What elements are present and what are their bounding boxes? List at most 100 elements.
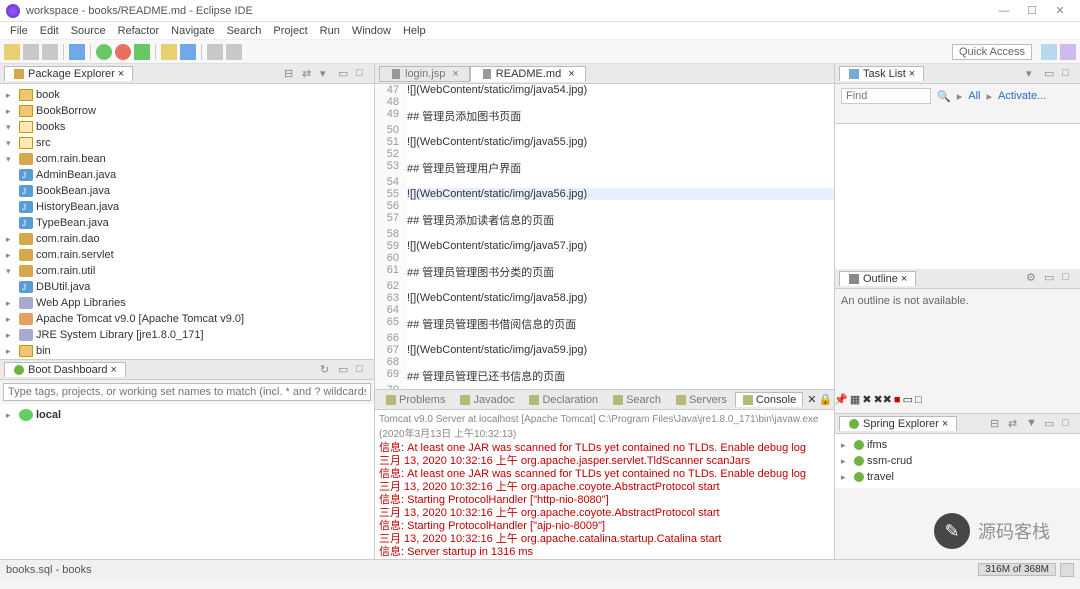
spring-explorer-tab[interactable]: Spring Explorer × (839, 416, 957, 431)
tree-node[interactable]: ▸com.rain.servlet (4, 247, 370, 263)
maximize-view-icon[interactable]: □ (1062, 67, 1076, 81)
view-menu-icon[interactable]: ▾ (1026, 67, 1040, 81)
editor-line[interactable]: 64 (375, 304, 834, 316)
menu-file[interactable]: File (4, 25, 34, 37)
maximize-view-icon[interactable]: □ (1062, 417, 1076, 431)
maximize-view-icon[interactable]: □ (1062, 271, 1076, 285)
tree-node[interactable]: AdminBean.java (4, 167, 370, 183)
console-lock-icon[interactable]: 🔒 (818, 393, 832, 406)
perspective-debug-icon[interactable] (1060, 44, 1076, 60)
maximize-view-icon[interactable]: □ (356, 363, 370, 377)
editor-line[interactable]: 47![](WebContent/static/img/java54.jpg) (375, 84, 834, 96)
view-menu-icon[interactable]: ▾ (320, 67, 334, 81)
minimize-view-icon[interactable]: ▭ (338, 67, 352, 81)
new-package-icon[interactable] (161, 44, 177, 60)
boot-dashboard-tree[interactable]: ▸ local (0, 404, 374, 559)
menu-navigate[interactable]: Navigate (165, 25, 220, 37)
close-button[interactable]: ✕ (1046, 2, 1074, 20)
filter-icon[interactable]: ▼ (1026, 417, 1040, 431)
save-all-icon[interactable] (42, 44, 58, 60)
new-class-icon[interactable] (180, 44, 196, 60)
minimize-view-icon[interactable]: ▭ (1044, 271, 1058, 285)
package-explorer-tab[interactable]: Package Explorer × (4, 66, 133, 81)
close-tab-icon[interactable]: × (942, 418, 948, 430)
minimize-button[interactable]: — (990, 2, 1018, 20)
editor-line[interactable]: 66 (375, 332, 834, 344)
new-icon[interactable] (4, 44, 20, 60)
editor-line[interactable]: 55![](WebContent/static/img/java56.jpg) (375, 188, 834, 200)
close-tab-icon[interactable]: × (118, 68, 124, 80)
menu-run[interactable]: Run (314, 25, 346, 37)
editor-tab[interactable]: login.jsp× (379, 66, 470, 82)
toggle-icon[interactable] (226, 44, 242, 60)
save-icon[interactable] (23, 44, 39, 60)
editor-line[interactable]: 62 (375, 280, 834, 292)
boot-dashboard-tab[interactable]: Boot Dashboard × (4, 362, 126, 377)
maximize-view-icon[interactable]: □ (356, 67, 370, 81)
console-clear-icon[interactable]: ✕ (807, 393, 816, 406)
tree-node[interactable]: ▾com.rain.bean (4, 151, 370, 167)
task-list-tab[interactable]: Task List × (839, 66, 924, 81)
close-tab-icon[interactable]: × (901, 273, 907, 285)
link-icon[interactable]: ⇄ (1008, 417, 1022, 431)
stop-icon[interactable] (115, 44, 131, 60)
editor-line[interactable]: 53## 管理员管理用户界面 (375, 160, 834, 176)
tree-node[interactable]: TypeBean.java (4, 215, 370, 231)
boot-local-node[interactable]: ▸ local (4, 407, 370, 423)
spring-node[interactable]: ▸ifms (839, 437, 1076, 453)
outline-tab[interactable]: Outline × (839, 271, 916, 286)
tree-node[interactable]: ▾com.rain.util (4, 263, 370, 279)
refresh-icon[interactable]: ↻ (320, 363, 334, 377)
editor-line[interactable]: 59![](WebContent/static/img/java57.jpg) (375, 240, 834, 252)
run-icon[interactable] (96, 44, 112, 60)
editor-line[interactable]: 65## 管理员管理图书借阅信息的页面 (375, 316, 834, 332)
tree-node[interactable]: ▸book (4, 87, 370, 103)
editor-line[interactable]: 57## 管理员添加读者信息的页面 (375, 212, 834, 228)
menu-help[interactable]: Help (397, 25, 432, 37)
minimize-view-icon[interactable]: ▭ (1044, 417, 1058, 431)
editor-line[interactable]: 56 (375, 200, 834, 212)
gc-icon[interactable] (1060, 563, 1074, 577)
tree-node[interactable]: ▸JRE System Library [jre1.8.0_171] (4, 327, 370, 343)
editor-tab[interactable]: README.md× (470, 66, 586, 82)
editor-line[interactable]: 48 (375, 96, 834, 108)
editor-line[interactable]: 52 (375, 148, 834, 160)
task-find-input[interactable] (841, 88, 931, 104)
menu-project[interactable]: Project (267, 25, 313, 37)
tree-node[interactable]: ▾books (4, 119, 370, 135)
outline-menu-icon[interactable]: ⚙ (1026, 271, 1040, 285)
tree-node[interactable]: ▸Web App Libraries (4, 295, 370, 311)
tree-node[interactable]: BookBean.java (4, 183, 370, 199)
menu-edit[interactable]: Edit (34, 25, 65, 37)
tree-node[interactable]: ▸com.rain.dao (4, 231, 370, 247)
tree-node[interactable]: HistoryBean.java (4, 199, 370, 215)
task-activate-link[interactable]: Activate... (998, 90, 1046, 102)
editor-line[interactable]: 50 (375, 124, 834, 136)
menu-source[interactable]: Source (65, 25, 112, 37)
tree-node[interactable]: ▾src (4, 135, 370, 151)
tab-servers[interactable]: Servers (669, 393, 733, 407)
editor-line[interactable]: 60 (375, 252, 834, 264)
open-type-icon[interactable] (69, 44, 85, 60)
tab-declaration[interactable]: Declaration (522, 393, 604, 407)
search-icon[interactable] (207, 44, 223, 60)
tree-node[interactable]: ▸BookBorrow (4, 103, 370, 119)
close-tab-icon[interactable]: × (909, 68, 915, 80)
tab-console[interactable]: Console (735, 392, 803, 407)
collapse-all-icon[interactable]: ⊟ (990, 417, 1004, 431)
menu-window[interactable]: Window (346, 25, 397, 37)
spring-node[interactable]: ▸travel (839, 469, 1076, 485)
minimize-view-icon[interactable]: ▭ (338, 363, 352, 377)
package-explorer-tree[interactable]: ▸book▸BookBorrow▾books▾src▾com.rain.bean… (0, 84, 374, 359)
editor-line[interactable]: 67![](WebContent/static/img/java59.jpg) (375, 344, 834, 356)
tree-node[interactable]: ▸Apache Tomcat v9.0 [Apache Tomcat v9.0] (4, 311, 370, 327)
editor-line[interactable]: 61## 管理员管理图书分类的页面 (375, 264, 834, 280)
editor-area[interactable]: 47![](WebContent/static/img/java54.jpg)4… (375, 84, 834, 389)
console-output[interactable]: Tomcat v9.0 Server at localhost [Apache … (375, 410, 834, 559)
tab-problems[interactable]: Problems (379, 393, 451, 407)
tab-javadoc[interactable]: Javadoc (453, 393, 520, 407)
minimize-view-icon[interactable]: ▭ (1044, 67, 1058, 81)
editor-line[interactable]: 63![](WebContent/static/img/java58.jpg) (375, 292, 834, 304)
editor-line[interactable]: 51![](WebContent/static/img/java55.jpg) (375, 136, 834, 148)
close-tab-icon[interactable]: × (452, 68, 458, 80)
